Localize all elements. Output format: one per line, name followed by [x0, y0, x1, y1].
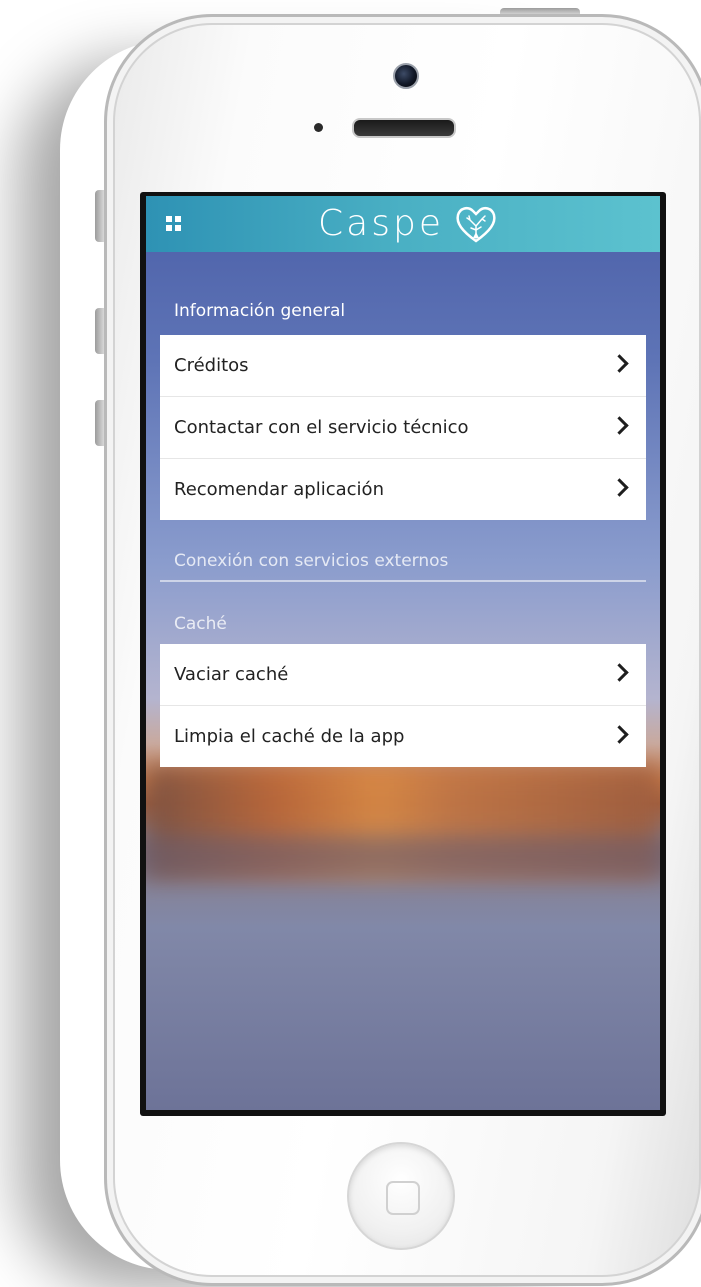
list-item-label: Vaciar caché: [174, 664, 289, 685]
list-item-credits[interactable]: Créditos: [160, 335, 646, 397]
chevron-right-icon: [610, 354, 629, 373]
app-brand: Caspe: [318, 204, 498, 244]
section-title-cache: Caché: [174, 614, 227, 634]
section-divider: [160, 580, 646, 582]
home-square-icon: [386, 1181, 420, 1215]
section-title-general: Información general: [174, 301, 346, 321]
background-water-band: [146, 836, 660, 876]
heart-tree-logo-icon: [456, 206, 496, 243]
chevron-right-icon: [610, 478, 629, 497]
cache-card: Vaciar caché Limpia el caché de la app: [160, 644, 646, 767]
front-camera: [393, 63, 419, 89]
chevron-right-icon: [610, 663, 629, 682]
screen-content: Caspe Información general Créditos Conta…: [146, 196, 660, 1110]
proximity-sensor: [314, 123, 323, 132]
app-title: Caspe: [318, 203, 444, 244]
phone-screen: Caspe Información general Créditos Conta…: [140, 192, 666, 1116]
mockup-stage: Caspe Información general Créditos Conta…: [0, 0, 701, 1287]
chevron-right-icon: [610, 416, 629, 435]
section-title-external-services[interactable]: Conexión con servicios externos: [174, 551, 448, 571]
app-header: Caspe: [146, 196, 660, 252]
list-item-clear-cache[interactable]: Vaciar caché: [160, 644, 646, 706]
list-item-contact-support[interactable]: Contactar con el servicio técnico: [160, 397, 646, 459]
chevron-right-icon: [610, 725, 629, 744]
earpiece-speaker: [352, 118, 456, 138]
list-item-label: Créditos: [174, 355, 249, 376]
list-item-clean-app-cache[interactable]: Limpia el caché de la app: [160, 706, 646, 767]
list-item-label: Limpia el caché de la app: [174, 726, 405, 747]
list-item-label: Contactar con el servicio técnico: [174, 417, 469, 438]
list-item-label: Recomendar aplicación: [174, 479, 384, 500]
general-info-card: Créditos Contactar con el servicio técni…: [160, 335, 646, 520]
grid-menu-icon[interactable]: [166, 216, 181, 231]
home-button[interactable]: [347, 1142, 455, 1250]
list-item-recommend-app[interactable]: Recomendar aplicación: [160, 459, 646, 520]
